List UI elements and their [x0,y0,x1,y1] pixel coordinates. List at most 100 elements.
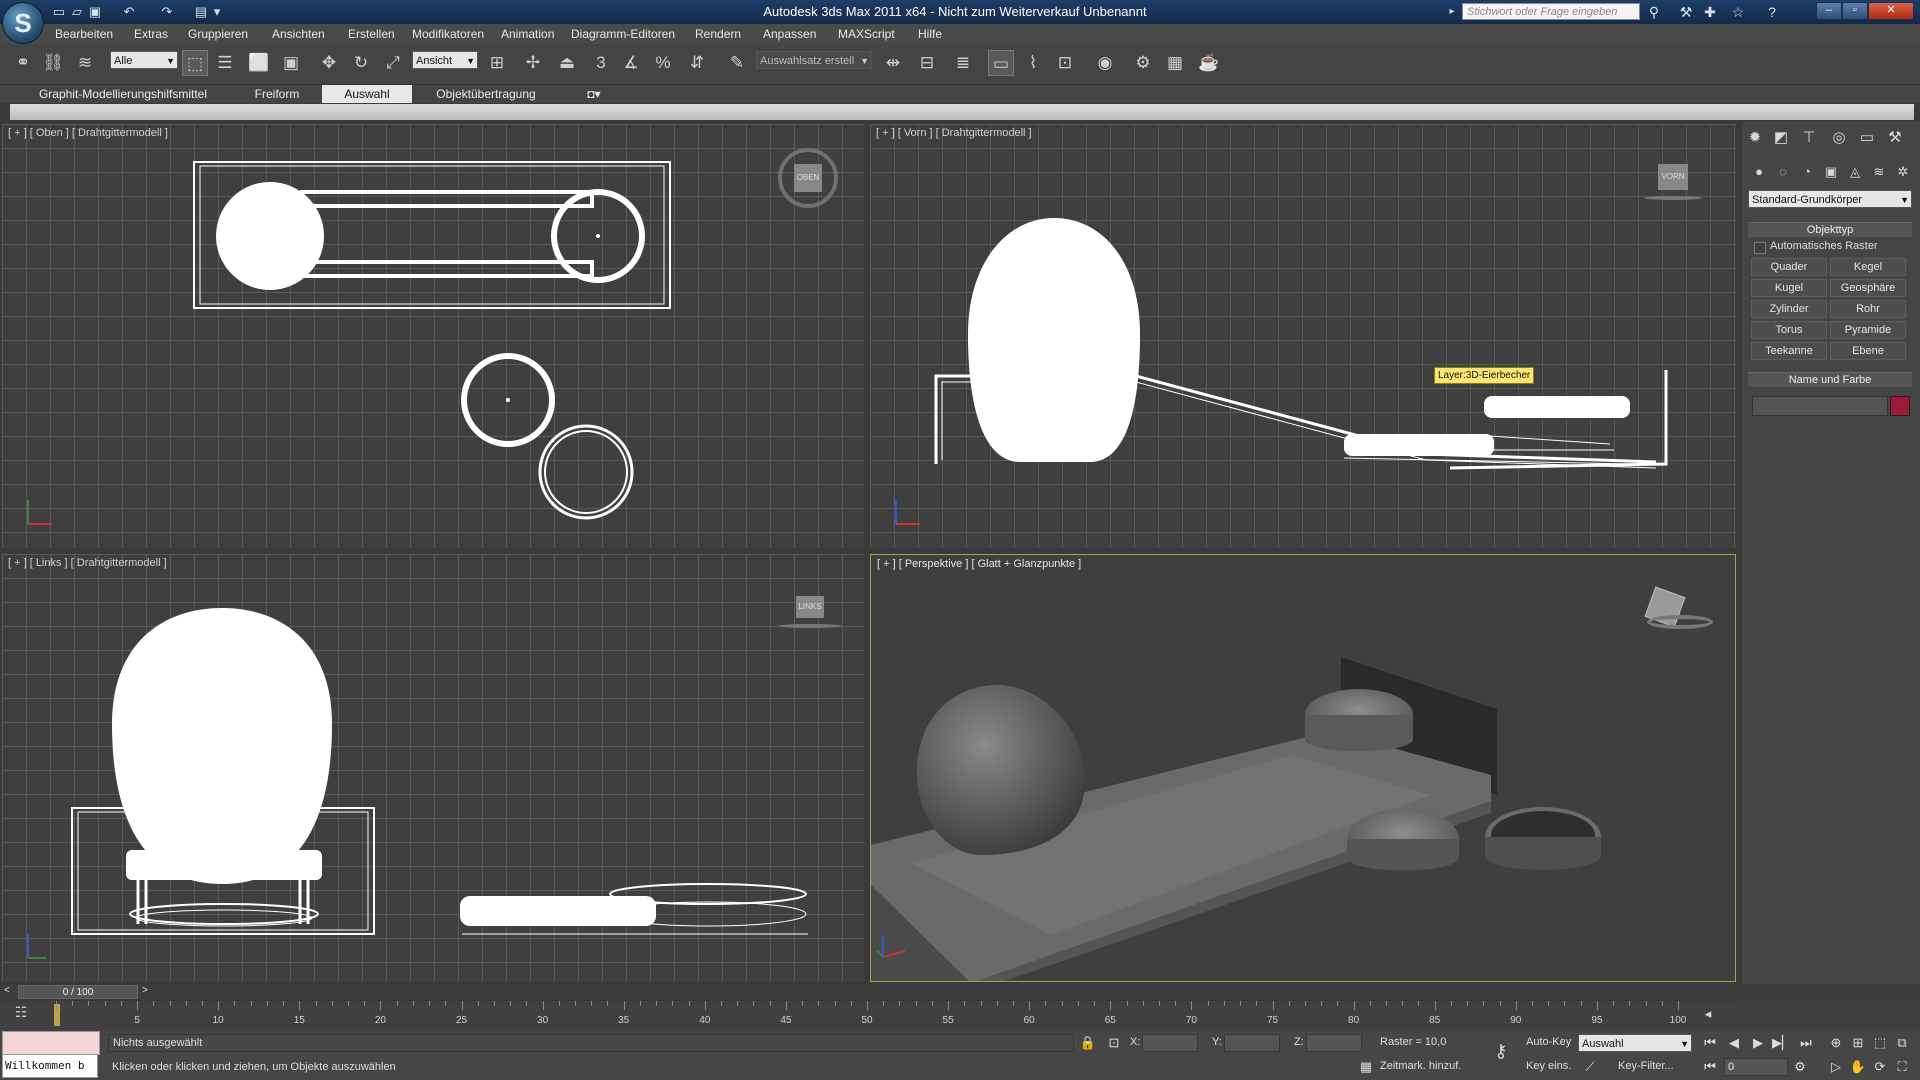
object-name-input[interactable] [1752,396,1888,416]
edit-named-selection-icon[interactable]: ✎ [724,50,750,76]
app-logo-button[interactable]: S [2,2,44,44]
viewcube-ring[interactable] [778,624,842,628]
y-coord-field[interactable] [1224,1034,1280,1052]
selection-filter-dropdown[interactable]: Alle ▼ [110,51,178,69]
layer-manager-icon[interactable]: ≣ [950,50,976,76]
select-object-icon[interactable]: ⬚ [182,50,208,76]
absolute-mode-transform-icon[interactable]: ⊡ [1104,1034,1124,1052]
ribbon-options-icon[interactable]: ◘▾ [580,85,608,103]
go-to-start-icon[interactable]: ⏮ [1700,1034,1720,1052]
menu-modifikatoren[interactable]: Modifikatoren [412,24,484,44]
sphere-button[interactable]: Kugel [1751,279,1827,297]
render-setup-icon[interactable]: ⚙ [1130,50,1156,76]
viewport-perspective[interactable]: [ + ] [ Perspektive ] [ Glatt + Glanzpun… [870,554,1736,982]
angle-snap-icon[interactable]: ∡ [618,50,644,76]
geosphere-button[interactable]: Geosphäre [1830,279,1906,297]
help-search-input[interactable]: Stichwort oder Frage eingeben [1462,3,1640,20]
tube-button[interactable]: Rohr [1830,300,1906,318]
geometry-icon[interactable]: ● [1748,162,1770,182]
add-time-tag-icon[interactable]: ▦ [1356,1058,1376,1076]
keyboard-shortcut-toggle-icon[interactable]: ⏏ [554,50,580,76]
maximize-button[interactable]: ▫ [1842,2,1868,20]
select-and-link-icon[interactable]: ⚭ [10,50,36,76]
modify-tab-icon[interactable]: ◩ [1770,128,1792,148]
rectangular-selection-icon[interactable]: ⬜ [246,50,272,76]
zoom-icon[interactable]: ⊕ [1826,1034,1846,1052]
menu-animation[interactable]: Animation [501,24,554,44]
select-and-manipulate-icon[interactable]: ✢ [520,50,546,76]
rendered-frame-window-icon[interactable]: ▦ [1162,50,1188,76]
menu-extras[interactable]: Extras [134,24,168,44]
unlink-selection-icon[interactable]: ⛓ [40,50,66,76]
viewcube-ring[interactable] [1647,615,1713,629]
quick-access-dropdown-icon[interactable]: ▾ [212,3,222,20]
orbit-icon[interactable]: ⟳ [1870,1058,1890,1076]
motion-tab-icon[interactable]: ◎ [1828,128,1850,148]
menu-erstellen[interactable]: Erstellen [348,24,395,44]
set-key-key-icon[interactable]: ⚷ [1486,1042,1516,1060]
percent-snap-icon[interactable]: % [650,50,676,76]
tab-graphit-modellierung[interactable]: Graphit-Modellierungshilfsmittel [20,85,226,103]
space-warps-icon[interactable]: ≋ [1868,162,1890,182]
track-bar-options-icon[interactable]: ◂ [1698,1005,1718,1023]
set-key-button[interactable]: Key eins. [1526,1060,1571,1072]
key-mode-dropdown[interactable]: Auswahl ▼ [1578,1034,1692,1052]
torus-button[interactable]: Torus [1751,321,1827,339]
close-button[interactable]: ✕ [1868,2,1914,20]
x-coord-field[interactable] [1142,1034,1198,1052]
rollout-object-type-header[interactable]: Objekttyp [1748,222,1912,237]
tab-objektuebertragung[interactable]: Objektübertragung [424,85,548,103]
minimize-button[interactable]: – [1816,2,1842,20]
plane-button[interactable]: Ebene [1830,342,1906,360]
schematic-view-icon[interactable]: ⊡ [1052,50,1078,76]
go-to-end-icon[interactable]: ⏭ [1796,1034,1816,1052]
ribbon-panel-collapsed[interactable] [10,104,1914,120]
zoom-extents-all-icon[interactable]: ⧉ [1892,1034,1912,1052]
zoom-extents-icon[interactable]: ⬚ [1870,1034,1890,1052]
auto-grid-checkbox[interactable] [1754,242,1766,254]
new-file-icon[interactable]: ▭ [50,3,68,20]
pan-hand-icon[interactable]: ✋ [1848,1058,1868,1076]
save-icon[interactable]: ▣ [86,3,104,20]
expand-search-icon[interactable]: ▸ [1446,3,1458,21]
current-frame-marker[interactable] [54,1004,60,1026]
hierarchy-tab-icon[interactable]: ⊤ [1798,128,1820,148]
add-time-tag[interactable]: Zeitmark. hinzuf. [1380,1060,1461,1072]
communication-center-icon[interactable]: ✚ [1700,3,1720,21]
viewcube[interactable]: LINKS [796,596,824,618]
next-frame-arrow-icon[interactable]: > [142,985,154,999]
maxscript-mini-listener-top[interactable] [2,1031,100,1055]
select-and-move-icon[interactable]: ✥ [316,50,342,76]
menu-gruppieren[interactable]: Gruppieren [188,24,248,44]
object-color-swatch[interactable] [1890,396,1910,416]
pyramid-button[interactable]: Pyramide [1830,321,1906,339]
viewcube[interactable]: VORN [1658,164,1688,190]
helpers-icon[interactable]: ◬ [1844,162,1866,182]
display-tab-icon[interactable]: ▭ [1856,128,1878,148]
teapot-button[interactable]: Teekanne [1751,342,1827,360]
cylinder-button[interactable]: Zylinder [1751,300,1827,318]
menu-ansichten[interactable]: Ansichten [272,24,325,44]
object-category-dropdown[interactable]: Standard-Grundkörper ▼ [1748,190,1912,208]
undo-icon[interactable]: ↶ [120,3,138,20]
render-production-icon[interactable]: ☕ [1196,50,1222,76]
maxscript-mini-listener[interactable]: Willkommen b [2,1054,98,1078]
named-selection-sets-dropdown[interactable]: Auswahlsatz erstell ▼ [756,51,872,69]
viewport-front[interactable]: [ + ] [ Vorn ] [ Drahtgittermodell ] VOR… [870,124,1736,548]
pivot-center-icon[interactable]: ⊞ [484,50,510,76]
window-crossing-icon[interactable]: ▣ [278,50,304,76]
box-button[interactable]: Quader [1751,258,1827,276]
utilities-tab-icon[interactable]: ⚒ [1884,128,1906,148]
binoculars-icon[interactable]: ⚲ [1644,3,1664,21]
maximize-viewport-icon[interactable]: ⛶ [1892,1058,1912,1076]
prev-frame-arrow-icon[interactable]: < [4,985,16,999]
material-editor-icon[interactable]: ◉ [1092,50,1118,76]
redo-icon[interactable]: ↷ [158,3,176,20]
shapes-icon[interactable]: ◌ [1772,162,1794,182]
mirror-icon[interactable]: ⇹ [880,50,906,76]
lock-selection-icon[interactable]: 🔒 [1078,1034,1098,1052]
cameras-icon[interactable]: ▣ [1820,162,1842,182]
snaps-toggle-icon[interactable]: 3 [588,50,614,76]
bind-to-space-warp-icon[interactable]: ≋ [72,50,98,76]
time-configuration-icon[interactable]: ⚙ [1790,1058,1810,1076]
